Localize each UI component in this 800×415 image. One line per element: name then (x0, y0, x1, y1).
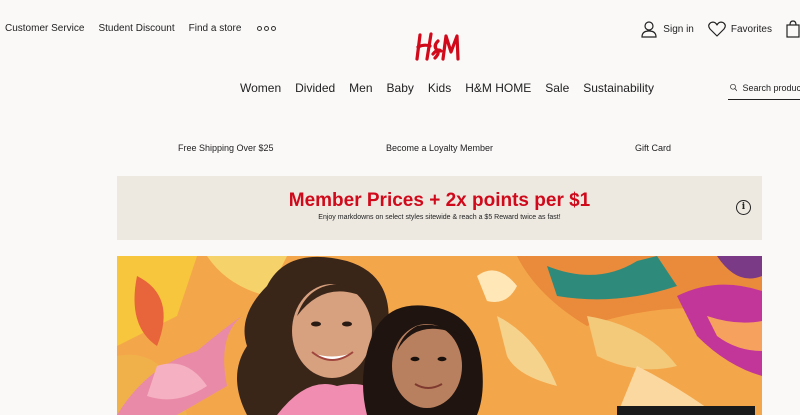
search-placeholder: Search products (742, 82, 800, 93)
nav-item-sustainability[interactable]: Sustainability (583, 81, 654, 95)
nav-item-hm-home[interactable]: H&M HOME (465, 81, 531, 95)
nav-item-divided[interactable]: Divided (295, 81, 335, 95)
info-icon[interactable]: i (736, 200, 751, 215)
sign-in-button[interactable]: Sign in (640, 20, 694, 38)
nav-item-sale[interactable]: Sale (545, 81, 569, 95)
customer-service-link[interactable]: Customer Service (5, 23, 84, 34)
nav-item-men[interactable]: Men (349, 81, 372, 95)
find-store-link[interactable]: Find a store (189, 23, 242, 34)
gift-card-link[interactable]: Gift Card (635, 143, 671, 153)
hm-logo[interactable] (414, 30, 464, 64)
account-area: Sign in Favorites (640, 20, 800, 38)
heart-icon (708, 21, 726, 37)
user-icon (641, 21, 657, 38)
utility-links: Customer Service Student Discount Find a… (5, 23, 277, 34)
member-prices-banner[interactable]: Member Prices + 2x points per $1 Enjoy m… (117, 176, 762, 240)
loyalty-member-link[interactable]: Become a Loyalty Member (386, 143, 493, 153)
search-icon (730, 83, 738, 92)
shopping-bag-icon (786, 20, 800, 38)
more-options-icon[interactable] (257, 23, 277, 34)
nav-item-baby[interactable]: Baby (387, 81, 414, 95)
hero-image[interactable] (117, 256, 762, 415)
nav-item-kids[interactable]: Kids (428, 81, 451, 95)
banner-subtext: Enjoy markdowns on select styles sitewid… (318, 214, 561, 221)
hero-illustration (117, 256, 762, 415)
favorites-button[interactable]: Favorites (708, 21, 772, 37)
student-discount-link[interactable]: Student Discount (98, 23, 174, 34)
main-navigation: Women Divided Men Baby Kids H&M HOME Sal… (240, 81, 654, 95)
sign-in-label: Sign in (663, 23, 694, 35)
cart-button[interactable] (786, 20, 800, 38)
hero-cta-button[interactable] (617, 406, 755, 415)
banner-headline: Member Prices + 2x points per $1 (288, 190, 591, 211)
free-shipping-link[interactable]: Free Shipping Over $25 (178, 143, 274, 153)
nav-item-women[interactable]: Women (240, 81, 281, 95)
favorites-label: Favorites (730, 23, 772, 35)
search-field[interactable]: Search products (728, 76, 800, 100)
top-header: Customer Service Student Discount Find a… (0, 0, 800, 61)
